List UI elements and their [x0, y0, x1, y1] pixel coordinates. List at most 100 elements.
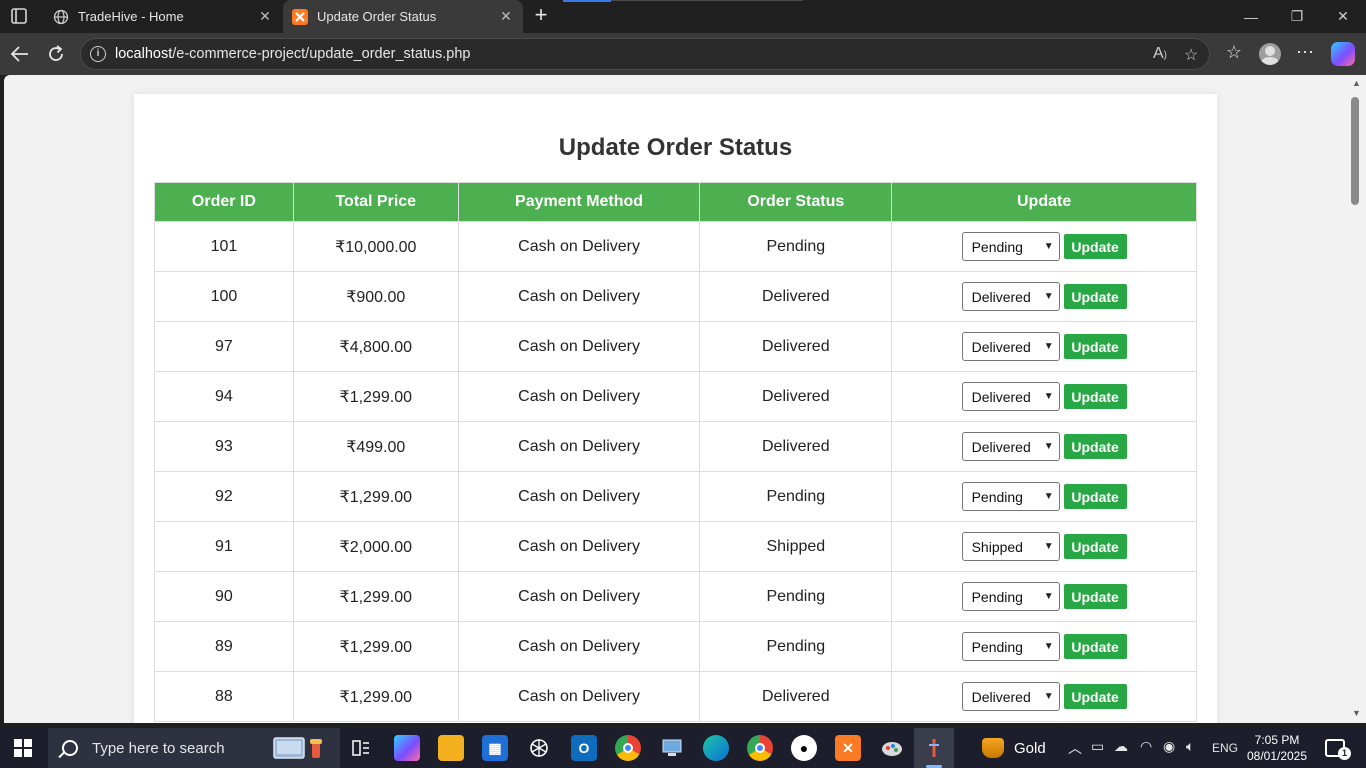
volume-icon[interactable]: 🔈︎	[1186, 738, 1194, 755]
outlook-icon[interactable]: O	[571, 735, 597, 761]
table-row: 94 ₹1,299.00 Cash on Delivery Delivered Deli…	[154, 371, 1197, 422]
update-button[interactable]: Update	[1063, 634, 1127, 659]
back-icon[interactable]	[6, 41, 34, 67]
wifi-icon[interactable]: ◠	[1140, 738, 1152, 755]
language-indicator[interactable]: ENG	[1212, 741, 1238, 755]
status-select[interactable]: Delivered ▼	[961, 682, 1060, 711]
tab-close-icon[interactable]: ✕	[254, 8, 276, 25]
weather-widget[interactable]: Gold	[982, 736, 1072, 760]
read-aloud-icon[interactable]: A)	[1150, 45, 1170, 65]
tab-title: TradeHive - Home	[78, 9, 184, 24]
url-text[interactable]: localhost/e-commerce-project/update_orde…	[115, 46, 470, 62]
edge-icon[interactable]	[703, 735, 729, 761]
file-explorer-icon[interactable]	[438, 735, 464, 761]
update-controls: Pending ▼ Update	[892, 482, 1196, 511]
payment-method-cell: Cash on Delivery	[457, 321, 701, 372]
status-select[interactable]: Pending ▼	[961, 232, 1060, 261]
microsoft-store-icon[interactable]: ▦	[482, 735, 508, 761]
update-button[interactable]: Update	[1063, 234, 1127, 259]
chrome-icon[interactable]	[615, 735, 641, 761]
tab-close-icon[interactable]: ✕	[495, 8, 517, 25]
update-controls: Delivered ▼ Update	[892, 682, 1196, 711]
status-select[interactable]: Delivered ▼	[961, 332, 1060, 361]
scroll-down-icon[interactable]: ▼	[1352, 708, 1361, 718]
column-header: Update	[891, 182, 1197, 222]
payment-method-cell: Cash on Delivery	[457, 471, 701, 522]
windows-taskbar: Type here to search ▦ O ● ✕ Gold ︿ ▭ ☁ ◠…	[0, 728, 1366, 768]
update-button[interactable]: Update	[1063, 534, 1127, 559]
new-tab-button[interactable]: +	[530, 4, 552, 28]
close-window-icon[interactable]: ✕	[1320, 0, 1366, 33]
update-button[interactable]: Update	[1063, 434, 1127, 459]
tab-title: Update Order Status	[317, 9, 437, 24]
webcam-icon[interactable]: ◉	[1163, 738, 1175, 755]
github-icon[interactable]: ●	[791, 735, 817, 761]
profile-avatar[interactable]	[1259, 43, 1281, 65]
scroll-thumb[interactable]	[1351, 97, 1359, 205]
chevron-down-icon: ▼	[1043, 341, 1054, 352]
battery-icon[interactable]: ▭	[1091, 738, 1104, 755]
update-button[interactable]: Update	[1063, 384, 1127, 409]
paint-icon[interactable]	[879, 735, 905, 761]
page-scrollbar[interactable]: ▲ ▼	[1347, 75, 1366, 723]
chevron-up-icon[interactable]: ︿	[1068, 738, 1082, 758]
status-select[interactable]: Pending ▼	[961, 482, 1060, 511]
browser-tab-bar: TradeHive - Home ✕ Update Order Status ✕…	[0, 0, 1366, 33]
copilot-icon[interactable]	[1331, 42, 1355, 66]
status-select-value: Pending	[971, 638, 1023, 655]
status-select[interactable]: Pending ▼	[961, 632, 1060, 661]
scroll-up-icon[interactable]: ▲	[1352, 78, 1361, 88]
snipping-tool-icon[interactable]	[921, 735, 947, 761]
task-view-icon[interactable]	[348, 735, 374, 761]
tab-actions-icon[interactable]	[8, 6, 30, 26]
more-options-icon[interactable]: ⋯	[1293, 42, 1317, 66]
xampp-taskbar-icon[interactable]: ✕	[835, 735, 861, 761]
tab-update-order-status[interactable]: Update Order Status ✕	[283, 0, 523, 33]
status-select-value: Delivered	[971, 438, 1031, 455]
total-price-cell: ₹1,299.00	[292, 571, 459, 622]
notification-icon[interactable]: 1	[1325, 739, 1351, 760]
update-controls: Shipped ▼ Update	[892, 532, 1196, 561]
total-price-cell: ₹10,000.00	[292, 221, 459, 272]
chrome-profile-icon[interactable]	[747, 735, 773, 761]
order-card: Update Order Status Order ID Total Price…	[134, 94, 1217, 723]
search-highlight-icon	[273, 737, 322, 759]
update-controls: Delivered ▼ Update	[892, 432, 1196, 461]
update-cell: Delivered ▼ Update	[891, 421, 1197, 472]
update-button[interactable]: Update	[1063, 584, 1127, 609]
status-select[interactable]: Delivered ▼	[961, 432, 1060, 461]
windows-start-icon[interactable]	[14, 739, 32, 757]
chatgpt-icon[interactable]	[526, 735, 552, 761]
computer-icon[interactable]	[659, 735, 685, 761]
status-select[interactable]: Delivered ▼	[961, 282, 1060, 311]
status-select[interactable]: Pending ▼	[961, 582, 1060, 611]
copilot-taskbar-icon[interactable]	[394, 735, 420, 761]
update-controls: Pending ▼ Update	[892, 582, 1196, 611]
minimize-icon[interactable]: —	[1228, 0, 1274, 33]
weather-label: Gold	[1014, 739, 1046, 757]
address-bar[interactable]: i localhost/e-commerce-project/update_or…	[80, 38, 1210, 70]
update-button[interactable]: Update	[1063, 684, 1127, 709]
url-host: localhost	[115, 46, 173, 62]
system-clock[interactable]: 7:05 PM 08/01/2025	[1246, 732, 1308, 764]
favorite-star-icon[interactable]: ☆	[1181, 45, 1201, 65]
update-button[interactable]: Update	[1063, 284, 1127, 309]
status-select[interactable]: Shipped ▼	[961, 532, 1060, 561]
status-select-value: Delivered	[971, 288, 1031, 305]
update-button[interactable]: Update	[1063, 334, 1127, 359]
favorites-icon[interactable]: ☆	[1222, 42, 1246, 66]
update-button[interactable]: Update	[1063, 484, 1127, 509]
table-row: 101 ₹10,000.00 Cash on Delivery Pending Pend…	[154, 221, 1197, 272]
update-cell: Pending ▼ Update	[891, 221, 1197, 272]
network-offline-icon[interactable]: ☁	[1114, 738, 1128, 755]
site-info-icon[interactable]: i	[90, 46, 106, 62]
restore-icon[interactable]: ❐	[1274, 0, 1320, 33]
tab-tradehive-home[interactable]: TradeHive - Home ✕	[44, 0, 282, 33]
browser-toolbar: i localhost/e-commerce-project/update_or…	[0, 33, 1366, 75]
payment-method-cell: Cash on Delivery	[457, 571, 701, 622]
status-select-value: Pending	[971, 588, 1023, 605]
order-status-cell: Pending	[699, 621, 893, 672]
status-select[interactable]: Delivered ▼	[961, 382, 1060, 411]
refresh-icon[interactable]	[42, 41, 70, 67]
status-select-value: Delivered	[971, 338, 1031, 355]
